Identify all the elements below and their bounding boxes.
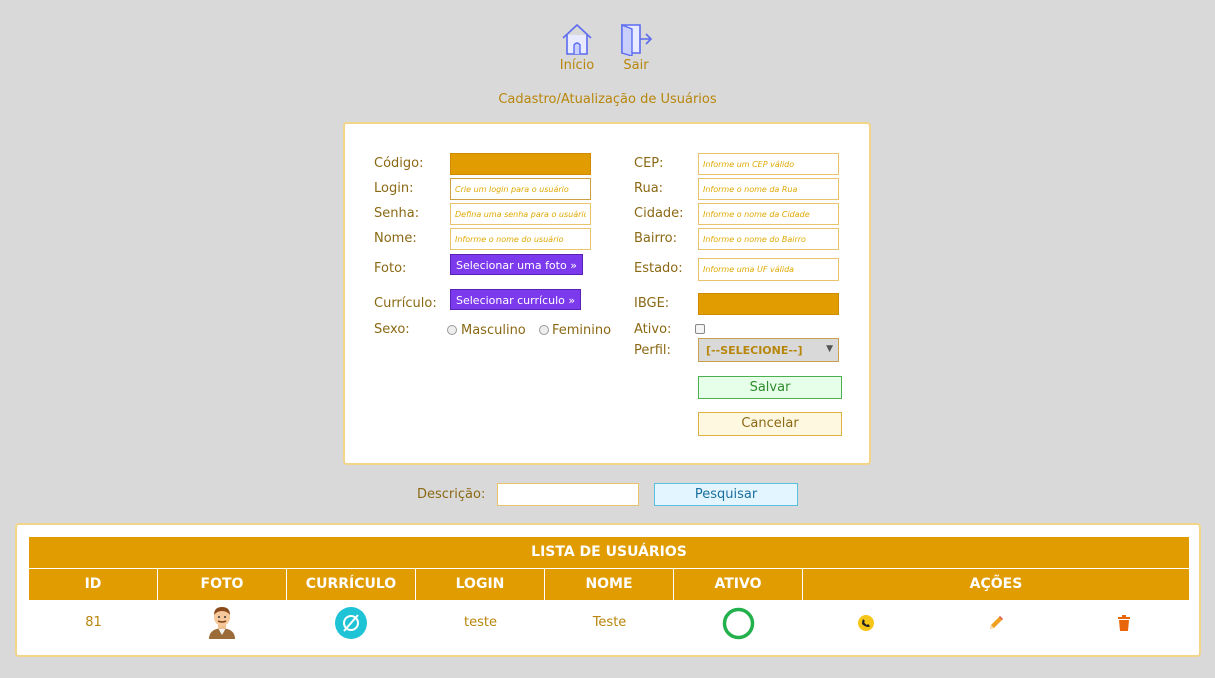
search-label: Descrição: [417,487,486,502]
rua-label: Rua: [634,181,664,196]
cell-nome: Teste [592,615,627,630]
home-label: Início [559,58,595,73]
table-header: ID FOTO CURRÍCULO LOGIN NOME ATIVO AÇÕES [29,569,1189,600]
senha-field[interactable] [450,203,591,225]
login-field[interactable] [450,178,591,200]
col-header-acoes: AÇÕES [803,569,1189,600]
bairro-label: Bairro: [634,231,678,246]
ativo-label: Ativo: [634,322,672,337]
user-list: LISTA DE USUÁRIOS ID FOTO CURRÍCULO LOGI… [15,523,1201,657]
col-header-ativo: ATIVO [674,569,803,600]
rua-field[interactable] [698,178,839,200]
estado-field[interactable] [698,258,839,281]
nome-label: Nome: [374,231,417,246]
logout-link[interactable]: Sair [606,22,666,73]
estado-label: Estado: [634,261,683,276]
ibge-field[interactable] [698,293,839,315]
cell-id: 81 [85,615,102,630]
bairro-field[interactable] [698,228,839,250]
user-form: Código: Login: Senha: Nome: Foto: Seleci… [343,122,871,465]
sexo-masculino-radio[interactable] [447,325,457,335]
sexo-feminino-label: Feminino [552,323,612,338]
curriculo-label: Currículo: [374,296,437,311]
door-exit-icon [621,23,653,56]
user-avatar-icon[interactable] [207,605,237,643]
sexo-label: Sexo: [374,322,410,337]
foto-label: Foto: [374,261,407,276]
perfil-selected-value: [--SELECIONE--] [706,344,803,357]
col-header-foto: FOTO [158,569,287,600]
cep-label: CEP: [634,156,664,171]
sexo-feminino-radio[interactable] [539,325,549,335]
trash-icon[interactable] [1117,614,1131,636]
cell-login: teste [464,615,497,630]
cep-field[interactable] [698,153,839,175]
home-link[interactable]: Início [547,22,607,73]
empty-set-icon[interactable] [335,607,367,643]
col-header-curriculo: CURRÍCULO [287,569,416,600]
ibge-label: IBGE: [634,296,670,311]
list-title: LISTA DE USUÁRIOS [29,537,1189,568]
save-button[interactable]: Salvar [698,376,842,399]
search-button[interactable]: Pesquisar [654,483,798,506]
perfil-label: Perfil: [634,343,671,358]
codigo-field[interactable] [450,153,591,175]
col-header-login: LOGIN [416,569,545,600]
table-row: 81 teste Teste [29,601,1189,645]
col-header-nome: NOME [545,569,674,600]
search-input[interactable] [497,483,639,506]
senha-label: Senha: [374,206,420,221]
login-label: Login: [374,181,414,196]
page-title: Cadastro/Atualização de Usuários [498,92,717,107]
green-ring-icon [722,607,755,644]
select-photo-button[interactable]: Selecionar uma foto » [450,254,583,275]
nome-field[interactable] [450,228,591,250]
chevron-down-icon: ▼ [826,344,833,354]
select-curriculum-button[interactable]: Selecionar currículo » [450,289,582,310]
codigo-label: Código: [374,156,424,171]
logout-label: Sair [623,58,649,73]
phone-icon[interactable] [858,615,874,635]
home-icon [562,23,592,55]
sexo-masculino-label: Masculino [461,323,526,338]
col-header-id: ID [29,569,158,600]
perfil-select[interactable]: [--SELECIONE--] ▼ [698,338,839,362]
pencil-icon[interactable] [987,614,1005,636]
cidade-label: Cidade: [634,206,684,221]
cidade-field[interactable] [698,203,839,225]
cancel-button[interactable]: Cancelar [698,412,842,436]
ativo-checkbox[interactable] [695,324,705,334]
top-nav: Início Sair [0,22,1215,82]
